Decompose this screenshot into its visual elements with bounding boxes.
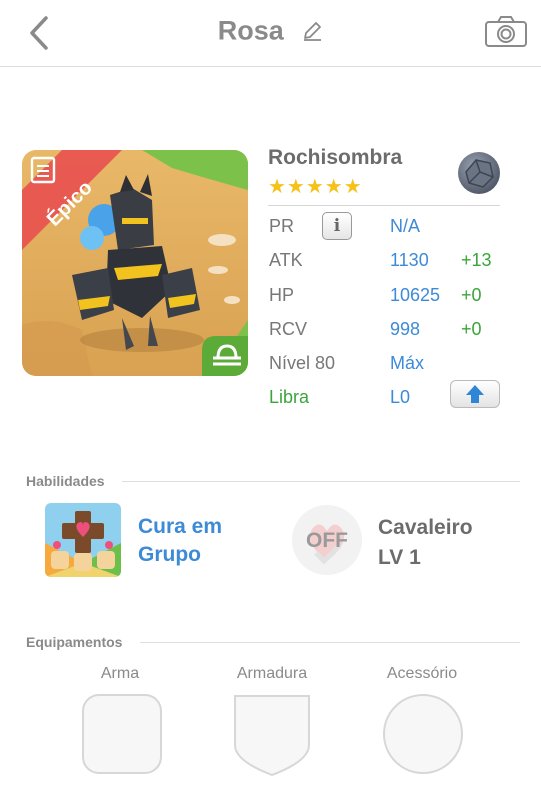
- level-value: Máx: [390, 353, 425, 373]
- top-bar: Rosa: [0, 0, 541, 67]
- divider: [122, 481, 520, 482]
- monster-portrait[interactable]: Épico: [22, 150, 248, 376]
- divider: [268, 205, 500, 206]
- monster-name: Rochisombra: [268, 146, 403, 169]
- pencil-edit-icon[interactable]: [301, 20, 323, 42]
- active-skill-name[interactable]: Cura em Grupo: [138, 513, 258, 569]
- leader-skill-icon[interactable]: OFF: [290, 503, 364, 577]
- level-label: Nível 80: [269, 353, 336, 373]
- camera-icon[interactable]: [484, 14, 528, 48]
- rcv-value: 998: [390, 319, 421, 339]
- armor-label: Armadura: [236, 665, 308, 682]
- active-skill-icon[interactable]: [45, 503, 121, 577]
- skills-heading: Habilidades: [26, 473, 105, 489]
- atk-label: ATK: [269, 250, 303, 270]
- hp-bonus: +0: [461, 285, 482, 305]
- rcv-label: RCV: [269, 319, 308, 339]
- atk-value: 1130: [390, 250, 429, 270]
- star-rating: ★★★★★: [268, 176, 363, 198]
- monster-artwork: Épico: [22, 150, 248, 376]
- page-title[interactable]: Rosa: [0, 14, 541, 46]
- accessory-slot[interactable]: [382, 693, 464, 775]
- atk-bonus: +13: [461, 250, 492, 270]
- leader-skill-off-icon: OFF: [292, 505, 362, 575]
- pr-label: PR: [269, 216, 295, 236]
- off-badge: OFF: [306, 529, 348, 552]
- rcv-bonus: +0: [461, 319, 482, 339]
- pr-value: N/A: [390, 216, 421, 236]
- zodiac-label: Libra: [269, 387, 310, 407]
- leader-skill-level: LV 1: [378, 546, 421, 569]
- info-button[interactable]: i: [322, 212, 352, 240]
- hp-label: HP: [269, 285, 295, 305]
- arrow-up-icon: [466, 385, 484, 403]
- hp-value: 10625: [390, 285, 441, 305]
- leader-skill-title: Cavaleiro: [378, 516, 473, 539]
- equipment-heading: Equipamentos: [26, 634, 123, 650]
- accessory-label: Acessório: [386, 665, 458, 682]
- weapon-slot[interactable]: [81, 693, 163, 775]
- armor-slot[interactable]: [232, 693, 312, 777]
- weapon-label: Arma: [100, 665, 140, 682]
- rock-element-icon: [458, 152, 500, 194]
- upgrade-button[interactable]: [450, 380, 500, 408]
- zodiac-value: L0: [390, 387, 411, 407]
- heal-group-icon: [45, 503, 121, 577]
- divider: [140, 642, 520, 643]
- monster-nickname: Rosa: [217, 15, 284, 46]
- leader-skill-name[interactable]: Cavaleiro LV 1: [378, 513, 473, 573]
